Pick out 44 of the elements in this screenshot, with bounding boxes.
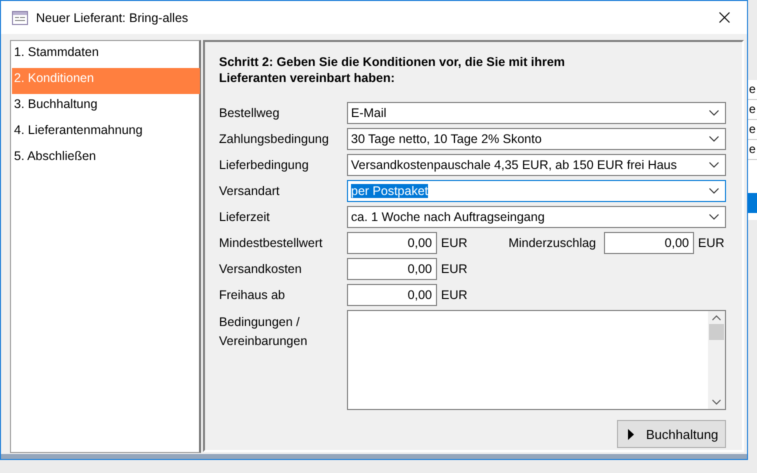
amount-field[interactable]: 0,00	[347, 258, 437, 280]
field-label: Bedingungen / Vereinbarungen	[219, 314, 308, 350]
field-label: Versandkosten	[219, 262, 303, 276]
notes-field[interactable]	[347, 310, 726, 410]
chevron-icon	[709, 214, 719, 220]
amount-field[interactable]: 0,00	[347, 232, 437, 254]
field-label: Lieferbedingung	[219, 158, 310, 172]
dropdown[interactable]: E-Mail	[347, 102, 726, 124]
field-label: Bestellweg	[219, 106, 280, 120]
dropdown[interactable]: Versandkostenpauschale 4,35 EUR, ab 150 EUR frei Haus	[347, 154, 726, 176]
dropdown[interactable]: ca. 1 Woche nach Auftragseingang	[347, 206, 726, 228]
amount-field[interactable]: 0,00	[604, 232, 694, 254]
amount-field[interactable]: 0,00	[347, 284, 437, 306]
field-label: Zahlungsbedingung	[219, 132, 330, 146]
field-label: Mindestbestellwert	[219, 236, 324, 250]
chevron-icon	[709, 136, 719, 142]
play-icon	[628, 428, 634, 440]
currency-label: EUR	[441, 236, 468, 250]
next-button[interactable]: Buchhaltung	[617, 420, 726, 448]
step-item[interactable]: 3. Buchhaltung	[12, 94, 200, 120]
selected-row	[748, 193, 757, 213]
scroll-up-icon	[712, 315, 721, 321]
dropdown[interactable]: 30 Tage netto, 10 Tage 2% Skonto	[347, 128, 726, 150]
step-heading: Schritt 2: Geben Sie die Konditionen vor, die Sie mit ihrem Lieferanten vereinbart haben:	[219, 54, 566, 86]
dropdown[interactable]: per Postpaket	[347, 180, 726, 202]
chevron-icon	[709, 188, 719, 194]
field-label: Lieferzeit	[219, 210, 271, 224]
scroll-down-icon	[712, 399, 721, 405]
close-icon	[718, 12, 730, 23]
step-item[interactable]: 1. Stammdaten	[12, 42, 200, 68]
currency-label: EUR	[441, 262, 468, 276]
chevron-icon	[709, 110, 719, 116]
field-label: Freihaus ab	[219, 288, 286, 302]
step-item[interactable]: 5. Abschließen	[12, 146, 200, 172]
chevron-icon	[709, 162, 719, 168]
field-label: Versandart	[219, 184, 280, 198]
window-title: Neuer Lieferant: Bring-alles	[36, 10, 188, 24]
field-label: Minderzuschlag	[508, 236, 596, 250]
currency-label: EUR	[441, 288, 468, 302]
step-item[interactable]: 4. Lieferantenmahnung	[12, 120, 200, 146]
currency-label: EUR	[698, 236, 726, 250]
window-icon	[12, 10, 28, 24]
scrollbar-thumb[interactable]	[709, 324, 724, 340]
scrollbar[interactable]	[708, 311, 725, 409]
